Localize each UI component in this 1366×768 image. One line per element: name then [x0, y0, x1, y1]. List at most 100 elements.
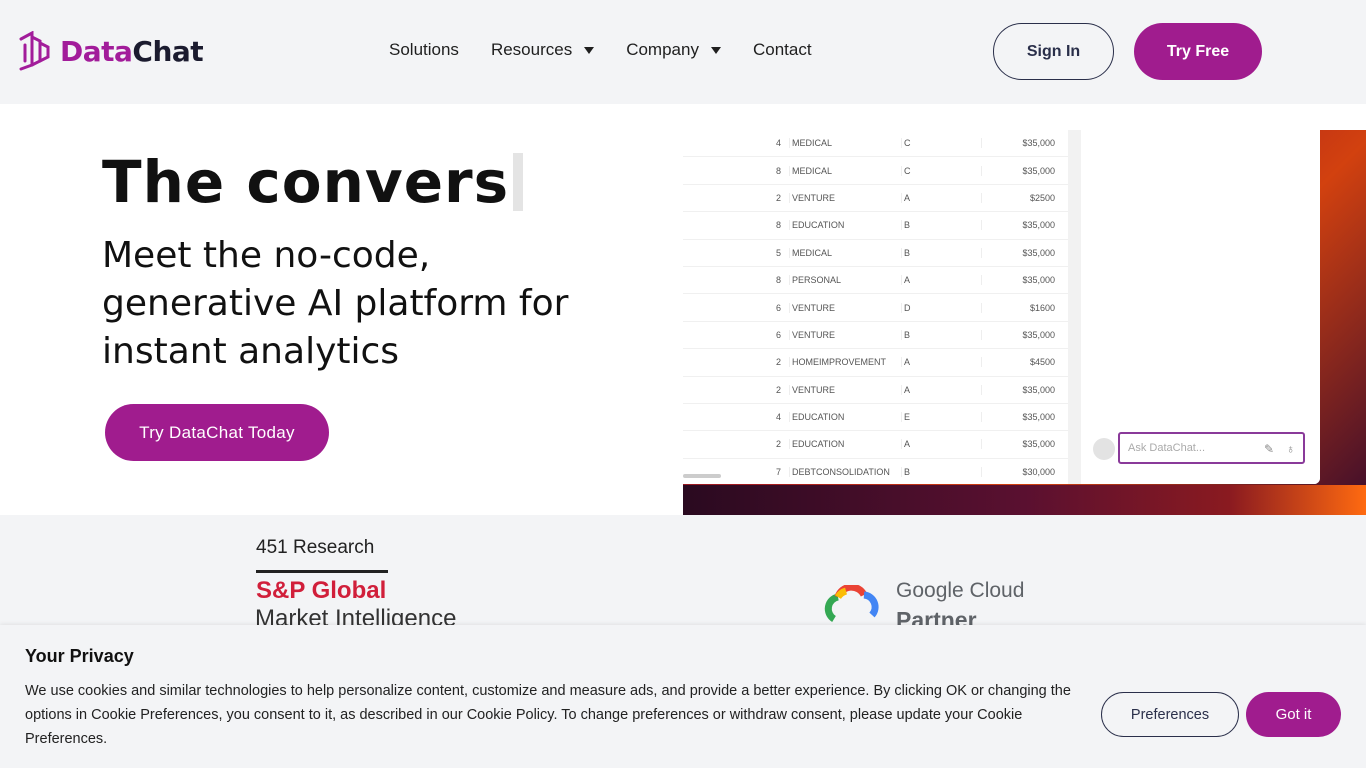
google-cloud-icon — [824, 585, 879, 622]
table-cell: EDUCATION — [789, 220, 901, 231]
table-cell: VENTURE — [789, 192, 901, 203]
sign-in-button[interactable]: Sign In — [993, 23, 1114, 80]
table-cell: $35,000 — [981, 247, 1057, 258]
market-intelligence-text: Market Intelligence — [255, 605, 457, 625]
partner-logos: 451 Research S&P Global Market Intellige… — [0, 515, 1366, 625]
table-cell: MEDICAL — [789, 247, 901, 258]
partner-text: Partner — [896, 607, 977, 625]
table-cell: B — [901, 220, 981, 231]
table-cell: $35,000 — [981, 275, 1057, 286]
ask-datachat-input[interactable]: Ask DataChat... ✎ ♁ — [1118, 432, 1305, 464]
preferences-button[interactable]: Preferences — [1101, 692, 1239, 737]
lightbulb-icon[interactable]: ♁ — [1286, 442, 1295, 456]
datachat-logo-icon — [19, 31, 50, 71]
nav-contact[interactable]: Contact — [753, 40, 812, 60]
main-nav: Solutions Resources Company Contact — [389, 40, 812, 60]
table-cell: VENTURE — [789, 302, 901, 313]
table-cell: D — [901, 302, 981, 313]
chat-panel: Ask DataChat... ✎ ♁ — [1081, 130, 1320, 484]
table-cell: EDUCATION — [789, 439, 901, 450]
table-cell: 2 — [775, 357, 781, 368]
table-cell: A — [901, 275, 981, 286]
try-datachat-today-button[interactable]: Try DataChat Today — [105, 404, 329, 461]
table-cell: 8 — [775, 220, 781, 231]
logo-wordmark: DataChat — [60, 34, 204, 68]
table-row: 2 EDUCATION A $35,000 — [683, 431, 1068, 459]
product-preview: 4 MEDICAL C $35,000 8 MEDICAL C $35,000 2 VENTURE… — [683, 130, 1366, 515]
table-cell: DEBTCONSOLIDATION — [789, 466, 901, 477]
chat-input-icons: ✎ ♁ — [1264, 442, 1295, 456]
table-row: 8 EDUCATION B $35,000 — [683, 212, 1068, 240]
site-header: DataChat Solutions Resources Company Con… — [0, 0, 1366, 104]
nav-company[interactable]: Company — [626, 40, 721, 60]
table-cell: A — [901, 192, 981, 203]
app-window-preview: 4 MEDICAL C $35,000 8 MEDICAL C $35,000 2 VENTURE… — [683, 130, 1320, 484]
hero-section: The convers Meet the no-code, generative… — [0, 104, 1366, 515]
cookie-banner: Your Privacy We use cookies and similar … — [0, 625, 1366, 768]
table-cell: 6 — [775, 302, 781, 313]
research-logo-name: 451 Research — [256, 537, 375, 558]
table-cell: $4500 — [981, 357, 1057, 368]
table-cell: HOMEIMPROVEMENT — [789, 357, 901, 368]
horizontal-scrollbar[interactable] — [683, 474, 721, 478]
table-cell: A — [901, 384, 981, 395]
table-cell: PERSONAL — [789, 275, 901, 286]
table-cell: B — [901, 466, 981, 477]
table-row: 4 MEDICAL C $35,000 — [683, 130, 1068, 158]
table-cell: B — [901, 329, 981, 340]
magic-wand-icon[interactable]: ✎ — [1264, 442, 1274, 456]
scrollbar[interactable] — [1068, 130, 1081, 484]
table-cell: 2 — [775, 384, 781, 395]
table-row: 2 VENTURE A $2500 — [683, 185, 1068, 213]
table-cell: 4 — [775, 138, 781, 149]
table-cell: MEDICAL — [789, 165, 901, 176]
table-cell: $35,000 — [981, 412, 1057, 423]
table-cell: 2 — [775, 192, 781, 203]
privacy-text: We use cookies and similar technologies … — [25, 683, 1071, 747]
table-row: 8 PERSONAL A $35,000 — [683, 267, 1068, 295]
table-cell: 4 — [775, 412, 781, 423]
table-cell: $35,000 — [981, 384, 1057, 395]
table-cell: $30,000 — [981, 466, 1057, 477]
caret-down-icon — [584, 46, 595, 54]
table-cell: $1600 — [981, 302, 1057, 313]
table-cell: 2 — [775, 439, 781, 450]
table-cell: B — [901, 247, 981, 258]
try-free-button[interactable]: Try Free — [1134, 23, 1262, 80]
hero-subtitle: Meet the no-code, generative AI platform… — [102, 235, 569, 372]
table-cell: VENTURE — [789, 384, 901, 395]
table-cell: $35,000 — [981, 329, 1057, 340]
data-table: 4 MEDICAL C $35,000 8 MEDICAL C $35,000 2 VENTURE… — [683, 130, 1068, 484]
table-row: 2 HOMEIMPROVEMENT A $4500 — [683, 349, 1068, 377]
privacy-title: Your Privacy — [25, 646, 134, 666]
table-row: 8 MEDICAL C $35,000 — [683, 157, 1068, 185]
table-cell: A — [901, 357, 981, 368]
table-cell: $35,000 — [981, 439, 1057, 450]
got-it-button[interactable]: Got it — [1246, 692, 1341, 737]
table-cell: 8 — [775, 165, 781, 176]
typing-cursor — [513, 153, 524, 211]
table-cell: E — [901, 412, 981, 423]
google-cloud-text: Google Cloud — [896, 579, 1025, 602]
table-cell: A — [901, 439, 981, 450]
avatar — [1093, 438, 1115, 460]
table-cell: C — [901, 138, 981, 149]
nav-solutions[interactable]: Solutions — [389, 40, 459, 60]
datachat-logo[interactable]: DataChat — [18, 31, 204, 71]
table-cell: MEDICAL — [789, 138, 901, 149]
table-cell: 8 — [775, 275, 781, 286]
table-row: 7 DEBTCONSOLIDATION B $30,000 — [683, 459, 1068, 484]
caret-down-icon — [710, 46, 721, 54]
nav-resources[interactable]: Resources — [491, 40, 595, 60]
sp-global-logo: S&P Global — [256, 577, 387, 604]
table-cell: C — [901, 165, 981, 176]
chat-placeholder: Ask DataChat... — [1128, 442, 1206, 454]
table-row: 5 MEDICAL B $35,000 — [683, 240, 1068, 267]
table-cell: $35,000 — [981, 138, 1057, 149]
table-row: 2 VENTURE A $35,000 — [683, 377, 1068, 404]
table-row: 6 VENTURE B $35,000 — [683, 322, 1068, 350]
table-cell: $2500 — [981, 192, 1057, 203]
table-cell: 6 — [775, 329, 781, 340]
logo-divider — [256, 570, 388, 573]
table-cell: 5 — [775, 247, 781, 258]
